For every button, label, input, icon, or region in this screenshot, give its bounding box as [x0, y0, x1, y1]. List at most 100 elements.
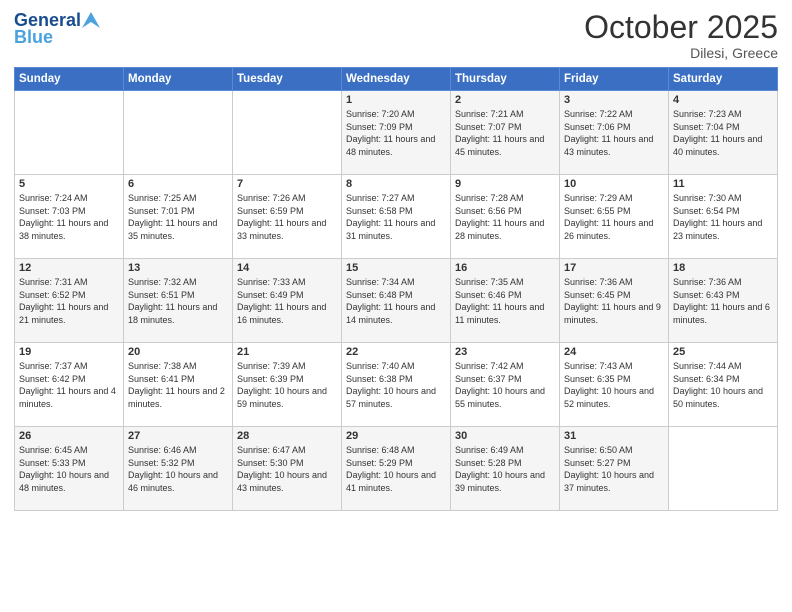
day-info: Sunrise: 6:50 AM Sunset: 5:27 PM Dayligh…	[564, 444, 664, 494]
day-info: Sunrise: 7:44 AM Sunset: 6:34 PM Dayligh…	[673, 360, 773, 410]
day-number: 24	[564, 346, 664, 358]
calendar-table: Sunday Monday Tuesday Wednesday Thursday…	[14, 67, 778, 511]
table-row: 31 Sunrise: 6:50 AM Sunset: 5:27 PM Dayli…	[560, 427, 669, 511]
table-row: 3Sunrise: 7:22 AM Sunset: 7:06 PM Daylig…	[560, 91, 669, 175]
col-monday: Monday	[124, 68, 233, 91]
table-row	[124, 91, 233, 175]
day-info: Sunrise: 6:45 AM Sunset: 5:33 PM Dayligh…	[19, 444, 119, 494]
table-row: 9 Sunrise: 7:28 AM Sunset: 6:56 PM Daylig…	[451, 175, 560, 259]
table-row: 10 Sunrise: 7:29 AM Sunset: 6:55 PM Dayli…	[560, 175, 669, 259]
table-row	[233, 91, 342, 175]
day-number: 21	[237, 346, 337, 358]
col-saturday: Saturday	[669, 68, 778, 91]
table-row: 24 Sunrise: 7:43 AM Sunset: 6:35 PM Dayli…	[560, 343, 669, 427]
calendar-week-row: 5Sunrise: 7:24 AM Sunset: 7:03 PM Daylig…	[15, 175, 778, 259]
table-row: 15Sunrise: 7:34 AM Sunset: 6:48 PM Dayli…	[342, 259, 451, 343]
day-number: 1	[346, 94, 446, 106]
day-number: 30	[455, 430, 555, 442]
table-row: 6 Sunrise: 7:25 AM Sunset: 7:01 PM Daylig…	[124, 175, 233, 259]
table-row: 30 Sunrise: 6:49 AM Sunset: 5:28 PM Dayli…	[451, 427, 560, 511]
table-row: 29 Sunrise: 6:48 AM Sunset: 5:29 PM Dayli…	[342, 427, 451, 511]
day-number: 4	[673, 94, 773, 106]
month-title: October 2025	[584, 10, 778, 45]
day-info: Sunrise: 7:29 AM Sunset: 6:55 PM Dayligh…	[564, 192, 664, 242]
table-row: 19Sunrise: 7:37 AM Sunset: 6:42 PM Dayli…	[15, 343, 124, 427]
table-row: 28 Sunrise: 6:47 AM Sunset: 5:30 PM Dayli…	[233, 427, 342, 511]
table-row: 23Sunrise: 7:42 AM Sunset: 6:37 PM Dayli…	[451, 343, 560, 427]
day-number: 2	[455, 94, 555, 106]
day-info: Sunrise: 7:20 AM Sunset: 7:09 PM Dayligh…	[346, 108, 446, 158]
day-info: Sunrise: 6:46 AM Sunset: 5:32 PM Dayligh…	[128, 444, 228, 494]
table-row: 4 Sunrise: 7:23 AM Sunset: 7:04 PM Daylig…	[669, 91, 778, 175]
table-row: 12Sunrise: 7:31 AM Sunset: 6:52 PM Dayli…	[15, 259, 124, 343]
day-number: 16	[455, 262, 555, 274]
day-number: 18	[673, 262, 773, 274]
table-row: 22 Sunrise: 7:40 AM Sunset: 6:38 PM Dayli…	[342, 343, 451, 427]
col-tuesday: Tuesday	[233, 68, 342, 91]
calendar-week-row: 12Sunrise: 7:31 AM Sunset: 6:52 PM Dayli…	[15, 259, 778, 343]
day-info: Sunrise: 7:39 AM Sunset: 6:39 PM Dayligh…	[237, 360, 337, 410]
day-info: Sunrise: 6:48 AM Sunset: 5:29 PM Dayligh…	[346, 444, 446, 494]
day-number: 3	[564, 94, 664, 106]
day-number: 29	[346, 430, 446, 442]
logo: General Blue	[14, 10, 100, 48]
day-info: Sunrise: 7:36 AM Sunset: 6:43 PM Dayligh…	[673, 276, 773, 326]
day-number: 5	[19, 178, 119, 190]
day-number: 11	[673, 178, 773, 190]
day-info: Sunrise: 7:38 AM Sunset: 6:41 PM Dayligh…	[128, 360, 228, 410]
col-sunday: Sunday	[15, 68, 124, 91]
day-number: 13	[128, 262, 228, 274]
day-number: 9	[455, 178, 555, 190]
day-info: Sunrise: 7:23 AM Sunset: 7:04 PM Dayligh…	[673, 108, 773, 158]
table-row: 27 Sunrise: 6:46 AM Sunset: 5:32 PM Dayli…	[124, 427, 233, 511]
day-number: 31	[564, 430, 664, 442]
day-info: Sunrise: 7:25 AM Sunset: 7:01 PM Dayligh…	[128, 192, 228, 242]
table-row: 11 Sunrise: 7:30 AM Sunset: 6:54 PM Dayli…	[669, 175, 778, 259]
table-row: 25 Sunrise: 7:44 AM Sunset: 6:34 PM Dayli…	[669, 343, 778, 427]
table-row	[15, 91, 124, 175]
day-number: 22	[346, 346, 446, 358]
calendar-week-row: 19Sunrise: 7:37 AM Sunset: 6:42 PM Dayli…	[15, 343, 778, 427]
table-row: 21 Sunrise: 7:39 AM Sunset: 6:39 PM Dayli…	[233, 343, 342, 427]
col-wednesday: Wednesday	[342, 68, 451, 91]
day-info: Sunrise: 7:40 AM Sunset: 6:38 PM Dayligh…	[346, 360, 446, 410]
day-info: Sunrise: 7:26 AM Sunset: 6:59 PM Dayligh…	[237, 192, 337, 242]
table-row: 18 Sunrise: 7:36 AM Sunset: 6:43 PM Dayli…	[669, 259, 778, 343]
day-info: Sunrise: 6:47 AM Sunset: 5:30 PM Dayligh…	[237, 444, 337, 494]
table-row: 26Sunrise: 6:45 AM Sunset: 5:33 PM Dayli…	[15, 427, 124, 511]
day-number: 28	[237, 430, 337, 442]
table-row: 13Sunrise: 7:32 AM Sunset: 6:51 PM Dayli…	[124, 259, 233, 343]
calendar-page: General Blue October 2025 Dilesi, Greece…	[0, 0, 792, 612]
day-info: Sunrise: 7:30 AM Sunset: 6:54 PM Dayligh…	[673, 192, 773, 242]
logo-bird-icon	[82, 12, 100, 28]
calendar-header-row: Sunday Monday Tuesday Wednesday Thursday…	[15, 68, 778, 91]
day-info: Sunrise: 7:34 AM Sunset: 6:48 PM Dayligh…	[346, 276, 446, 326]
day-info: Sunrise: 7:21 AM Sunset: 7:07 PM Dayligh…	[455, 108, 555, 158]
table-row: 1 Sunrise: 7:20 AM Sunset: 7:09 PM Daylig…	[342, 91, 451, 175]
page-header: General Blue October 2025 Dilesi, Greece	[14, 10, 778, 61]
day-info: Sunrise: 7:43 AM Sunset: 6:35 PM Dayligh…	[564, 360, 664, 410]
day-number: 6	[128, 178, 228, 190]
day-number: 14	[237, 262, 337, 274]
day-number: 7	[237, 178, 337, 190]
logo-text-blue: Blue	[14, 27, 53, 48]
day-number: 25	[673, 346, 773, 358]
table-row: 14 Sunrise: 7:33 AM Sunset: 6:49 PM Dayli…	[233, 259, 342, 343]
day-number: 27	[128, 430, 228, 442]
table-row: 2 Sunrise: 7:21 AM Sunset: 7:07 PM Daylig…	[451, 91, 560, 175]
day-number: 23	[455, 346, 555, 358]
day-number: 12	[19, 262, 119, 274]
day-number: 10	[564, 178, 664, 190]
day-info: Sunrise: 7:36 AM Sunset: 6:45 PM Dayligh…	[564, 276, 664, 326]
day-info: Sunrise: 7:33 AM Sunset: 6:49 PM Dayligh…	[237, 276, 337, 326]
calendar-week-row: 1 Sunrise: 7:20 AM Sunset: 7:09 PM Daylig…	[15, 91, 778, 175]
table-row: 17Sunrise: 7:36 AM Sunset: 6:45 PM Dayli…	[560, 259, 669, 343]
table-row: 7 Sunrise: 7:26 AM Sunset: 6:59 PM Daylig…	[233, 175, 342, 259]
day-info: Sunrise: 7:35 AM Sunset: 6:46 PM Dayligh…	[455, 276, 555, 326]
day-info: Sunrise: 7:28 AM Sunset: 6:56 PM Dayligh…	[455, 192, 555, 242]
calendar-week-row: 26Sunrise: 6:45 AM Sunset: 5:33 PM Dayli…	[15, 427, 778, 511]
table-row: 20Sunrise: 7:38 AM Sunset: 6:41 PM Dayli…	[124, 343, 233, 427]
day-info: Sunrise: 6:49 AM Sunset: 5:28 PM Dayligh…	[455, 444, 555, 494]
day-info: Sunrise: 7:37 AM Sunset: 6:42 PM Dayligh…	[19, 360, 119, 410]
title-block: October 2025 Dilesi, Greece	[584, 10, 778, 61]
